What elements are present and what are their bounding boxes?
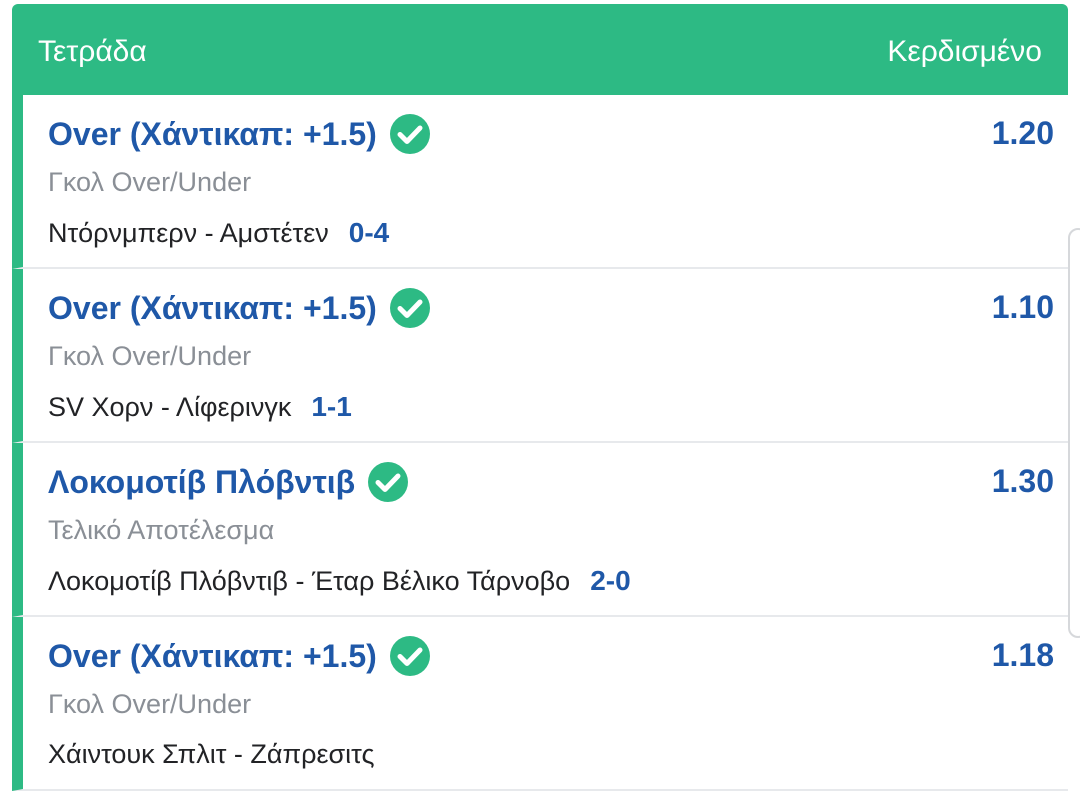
check-circle-icon: [389, 288, 430, 328]
event-score: 0-4: [348, 217, 390, 248]
check-circle-icon: [368, 462, 409, 502]
selection-title: Over (Χάντικαπ: +1.5): [48, 635, 431, 677]
event-score: 2-0: [590, 565, 631, 596]
bet-card: Τετράδα Κερδισμένο Over (Χάντικαπ: +1.5)…: [12, 4, 1068, 804]
selection-odds: 1.10: [991, 289, 1054, 325]
selection-label: Over (Χάντικαπ: +1.5): [48, 637, 377, 674]
event-name: Λοκομοτίβ Πλόβντιβ - Έταρ Βέλικο Τάρνοβο: [48, 566, 571, 596]
selection-list: Over (Χάντικαπ: +1.5) 1.20 Γκολ Over/Und…: [12, 95, 1068, 791]
event-score: 1-1: [311, 391, 352, 422]
event-line: Λοκομοτίβ Πλόβντιβ - Έταρ Βέλικο Τάρνοβο…: [48, 565, 631, 597]
market-name: Γκολ Over/Under: [48, 689, 252, 719]
market-name: Τελικό Αποτέλεσμα: [48, 515, 275, 545]
event-name: Ντόρνμπερν - Αμστέτεν: [48, 218, 329, 248]
bet-status: Κερδισμένο: [887, 34, 1042, 68]
selection-row[interactable]: Λοκομοτίβ Πλόβντιβ 1.30 Τελικό Αποτέλεσμ…: [12, 443, 1068, 617]
selection-odds: 1.20: [991, 115, 1054, 151]
selection-row[interactable]: Over (Χάντικαπ: +1.5) 1.20 Γκολ Over/Und…: [12, 95, 1068, 269]
selection-row[interactable]: Over (Χάντικαπ: +1.5) 1.10 Γκολ Over/Und…: [12, 269, 1068, 443]
check-circle-icon: [389, 114, 430, 154]
selection-label: Over (Χάντικαπ: +1.5): [48, 115, 377, 152]
event-line: Ντόρνμπερν - Αμστέτεν 0-4: [48, 217, 389, 249]
selection-label: Λοκομοτίβ Πλόβντιβ: [48, 463, 356, 500]
scroll-handle[interactable]: [1068, 228, 1080, 638]
selection-title: Over (Χάντικαπ: +1.5): [48, 287, 431, 329]
selection-odds: 1.18: [991, 637, 1054, 673]
selection-label: Over (Χάντικαπ: +1.5): [48, 289, 377, 326]
bet-header[interactable]: Τετράδα Κερδισμένο: [12, 4, 1068, 95]
selection-title: Over (Χάντικαπ: +1.5): [48, 113, 431, 155]
event-name: SV Χορν - Λίφερινγκ: [48, 392, 292, 422]
bet-type-title: Τετράδα: [38, 34, 147, 68]
event-name: Χάιντουκ Σπλιτ - Ζάπρεσιτς: [48, 739, 375, 769]
event-line: Χάιντουκ Σπλιτ - Ζάπρεσιτς: [48, 739, 394, 770]
market-name: Γκολ Over/Under: [48, 341, 252, 371]
check-circle-icon: [389, 636, 430, 676]
selection-row[interactable]: Over (Χάντικαπ: +1.5) 1.18 Γκολ Over/Und…: [12, 617, 1068, 791]
selection-odds: 1.30: [991, 463, 1054, 499]
market-name: Γκολ Over/Under: [48, 167, 252, 197]
selection-title: Λοκομοτίβ Πλόβντιβ: [48, 461, 409, 503]
event-line: SV Χορν - Λίφερινγκ 1-1: [48, 391, 352, 423]
